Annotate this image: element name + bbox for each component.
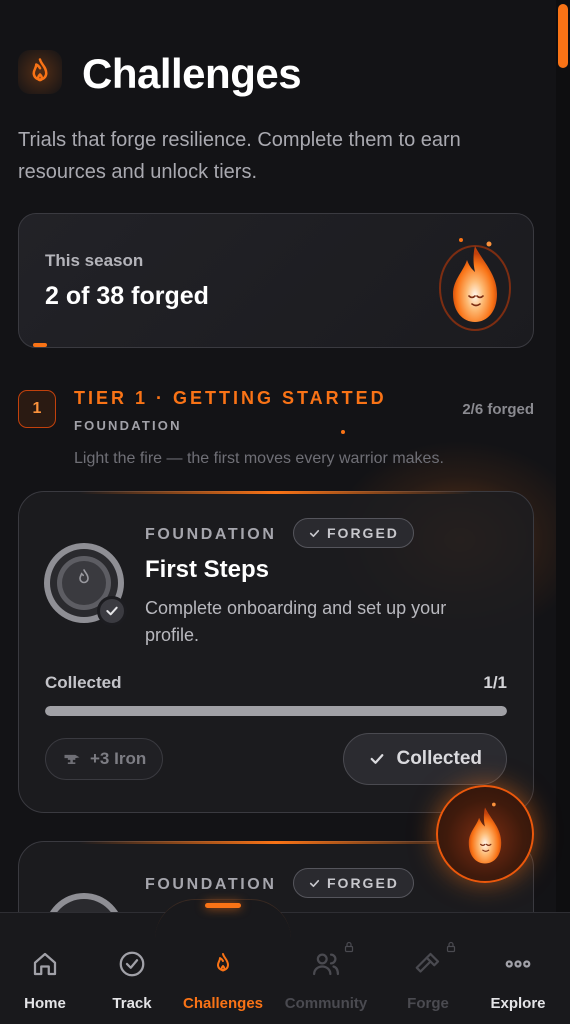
challenge-category: FOUNDATION (145, 876, 277, 893)
status-badge-label: FORGED (327, 525, 399, 541)
lock-icon (344, 941, 354, 953)
flame-mascot-icon (468, 802, 502, 864)
check-circle-icon (119, 951, 145, 977)
check-icon (309, 879, 320, 887)
nav-item-community[interactable]: Community (276, 913, 376, 1024)
progress-bar (45, 706, 507, 716)
nav-item-track[interactable]: Track (82, 913, 182, 1024)
season-summary-card: This season 2 of 38 forged (18, 213, 534, 348)
collected-button[interactable]: Collected (343, 733, 507, 785)
challenge-title: First Steps (145, 556, 270, 583)
nav-label: Explore (490, 995, 546, 1012)
tier-number-badge: 1 (18, 390, 56, 428)
challenge-card[interactable]: FOUNDATION FORGED First Steps Complete o… (18, 491, 534, 813)
challenge-description: Complete onboarding and set up your prof… (145, 598, 447, 645)
nav-label: Track (112, 995, 152, 1012)
status-badge-label: FORGED (327, 875, 399, 891)
progress-bar-fill (45, 706, 507, 716)
tier-progress: 2/6 forged (462, 401, 534, 418)
users-icon (313, 953, 339, 976)
tier-title: TIER 1 · GETTING STARTED (74, 388, 387, 408)
ember-spark (341, 430, 345, 434)
progress-value: 1/1 (483, 673, 507, 692)
season-count: 2 of 38 forged (45, 282, 209, 310)
check-icon (97, 596, 127, 626)
nav-item-explore[interactable]: Explore (468, 913, 568, 1024)
anvil-icon (64, 754, 80, 764)
bottom-navigation: Home Track Challenges Community Forge Ex… (0, 899, 570, 1024)
nav-label: Challenges (182, 995, 264, 1012)
season-label: This season (45, 251, 144, 270)
status-badge: FORGED (293, 518, 414, 548)
flame-mascot-icon (437, 232, 513, 332)
nav-label: Home (24, 995, 66, 1012)
page-header: Challenges (18, 42, 540, 112)
status-badge: FORGED (293, 868, 414, 898)
reward-chip: +3 Iron (45, 738, 164, 780)
progress-label: Collected (45, 673, 122, 692)
tier-description: Light the fire — the first moves every w… (74, 450, 444, 467)
challenge-category: FOUNDATION (145, 526, 277, 543)
reward-label: +3 Iron (90, 749, 147, 768)
flame-icon (217, 953, 229, 972)
nav-item-challenges[interactable]: Challenges (173, 913, 273, 1024)
check-icon (309, 529, 320, 537)
tier-subtitle: FOUNDATION (74, 418, 182, 433)
scrollbar[interactable] (556, 0, 570, 912)
season-marker (33, 343, 47, 347)
nav-item-home[interactable]: Home (0, 913, 95, 1024)
nav-active-indicator (205, 903, 241, 908)
home-icon (33, 952, 57, 976)
nav-label: Forge (407, 995, 449, 1012)
check-icon (371, 754, 384, 764)
hammer-icon (415, 952, 440, 973)
scrollbar-thumb[interactable] (558, 4, 568, 68)
lock-icon (446, 941, 456, 953)
more-icon (505, 960, 531, 968)
flame-icon (18, 50, 62, 94)
nav-item-forge[interactable]: Forge (378, 913, 478, 1024)
flame-mascot-button[interactable] (436, 785, 534, 883)
page-subtitle: Trials that forge resilience. Complete t… (18, 129, 461, 183)
collected-button-label: Collected (396, 748, 482, 769)
nav-label: Community (284, 995, 368, 1012)
page-title: Challenges (82, 50, 302, 97)
